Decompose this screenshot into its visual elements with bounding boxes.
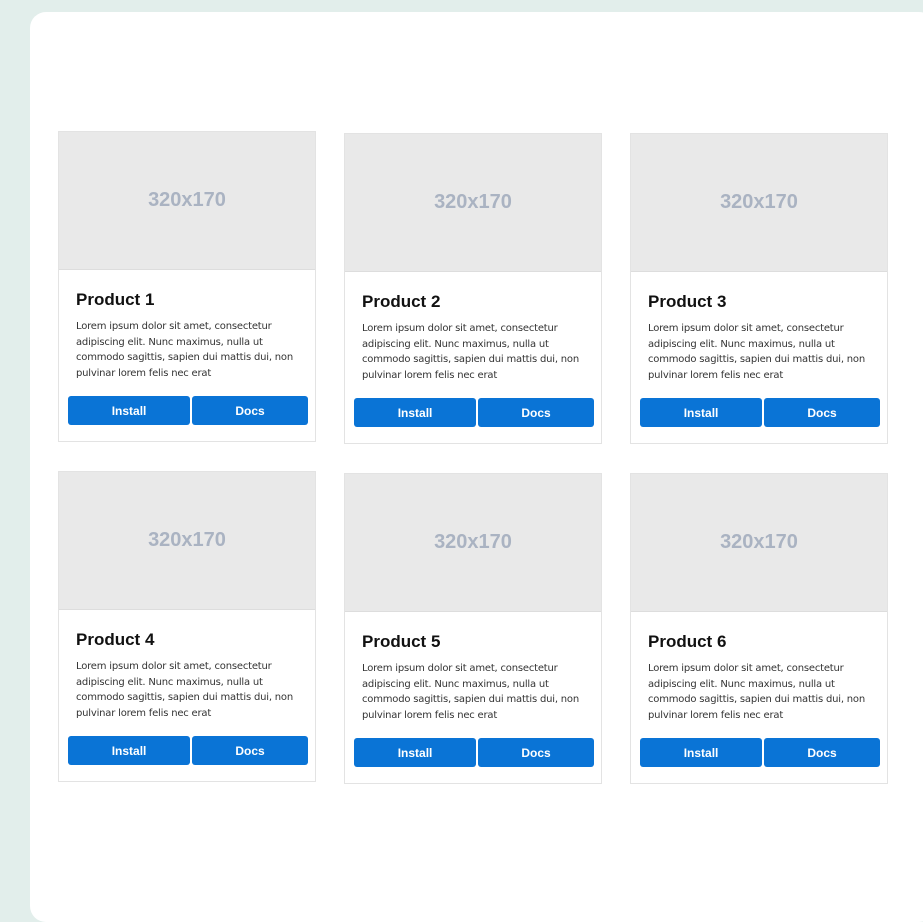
card-actions: Install Docs — [640, 738, 880, 767]
install-button[interactable]: Install — [640, 398, 763, 427]
product-card-3: 320x170 Product 3 Lorem ipsum dolor sit … — [630, 133, 888, 444]
product-description: Lorem ipsum dolor sit amet, consectetur … — [648, 323, 865, 381]
product-description: Lorem ipsum dolor sit amet, consectetur … — [76, 321, 293, 379]
image-placeholder-label: 320x170 — [434, 191, 512, 213]
product-image-placeholder: 320x170 — [59, 132, 315, 270]
product-image-placeholder: 320x170 — [345, 474, 601, 612]
product-title: Product 3 — [648, 292, 727, 311]
product-image-placeholder: 320x170 — [345, 134, 601, 272]
install-button[interactable]: Install — [68, 736, 191, 765]
card-actions: Install Docs — [354, 738, 594, 767]
image-placeholder-label: 320x170 — [148, 529, 226, 551]
product-image-placeholder: 320x170 — [59, 472, 315, 610]
card-actions: Install Docs — [640, 398, 880, 427]
product-card-6: 320x170 Product 6 Lorem ipsum dolor sit … — [630, 473, 888, 784]
product-card-1: 320x170 Product 1 Lorem ipsum dolor sit … — [58, 131, 316, 442]
product-card-4: 320x170 Product 4 Lorem ipsum dolor sit … — [58, 471, 316, 782]
product-card-2: 320x170 Product 2 Lorem ipsum dolor sit … — [344, 133, 602, 444]
docs-button[interactable]: Docs — [478, 398, 594, 427]
product-title: Product 5 — [362, 632, 441, 651]
product-title: Product 4 — [76, 630, 155, 649]
image-placeholder-label: 320x170 — [434, 531, 512, 553]
docs-button[interactable]: Docs — [478, 738, 594, 767]
install-button[interactable]: Install — [354, 398, 477, 427]
card-actions: Install Docs — [68, 736, 308, 765]
install-button[interactable]: Install — [354, 738, 477, 767]
product-image-placeholder: 320x170 — [631, 134, 887, 272]
product-image-placeholder: 320x170 — [631, 474, 887, 612]
docs-button[interactable]: Docs — [192, 396, 308, 425]
product-description: Lorem ipsum dolor sit amet, consectetur … — [362, 663, 579, 721]
docs-button[interactable]: Docs — [764, 738, 880, 767]
product-title: Product 2 — [362, 292, 441, 311]
image-placeholder-label: 320x170 — [720, 191, 798, 213]
docs-button[interactable]: Docs — [192, 736, 308, 765]
product-description: Lorem ipsum dolor sit amet, consectetur … — [648, 663, 865, 721]
docs-button[interactable]: Docs — [764, 398, 880, 427]
image-placeholder-label: 320x170 — [720, 531, 798, 553]
product-title: Product 1 — [76, 290, 155, 309]
product-description: Lorem ipsum dolor sit amet, consectetur … — [362, 323, 579, 381]
product-description: Lorem ipsum dolor sit amet, consectetur … — [76, 661, 293, 719]
product-title: Product 6 — [648, 632, 727, 651]
card-actions: Install Docs — [68, 396, 308, 425]
card-actions: Install Docs — [354, 398, 594, 427]
install-button[interactable]: Install — [640, 738, 763, 767]
image-placeholder-label: 320x170 — [148, 189, 226, 211]
install-button[interactable]: Install — [68, 396, 191, 425]
content-panel: 320x170 Product 1 Lorem ipsum dolor sit … — [30, 12, 923, 922]
product-card-5: 320x170 Product 5 Lorem ipsum dolor sit … — [344, 473, 602, 784]
